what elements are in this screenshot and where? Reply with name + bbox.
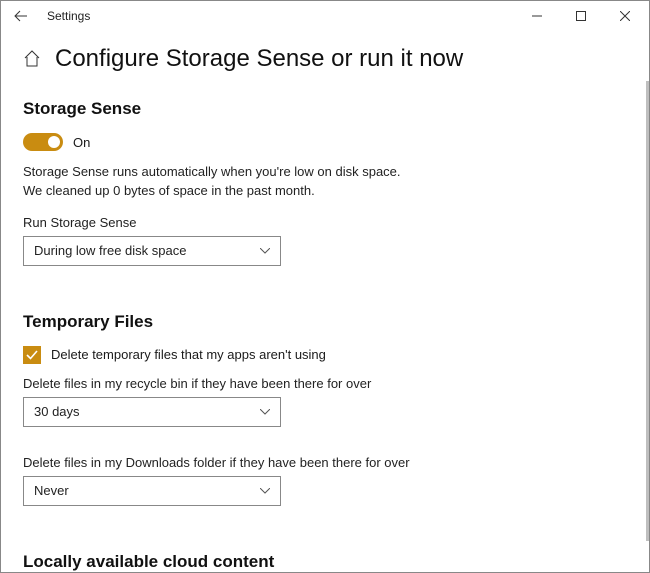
content-area: Configure Storage Sense or run it now St… [1, 31, 646, 572]
arrow-left-icon [14, 9, 28, 23]
storage-sense-toggle[interactable] [23, 133, 63, 151]
cloud-heading: Locally available cloud content [23, 552, 624, 572]
downloads-dropdown[interactable]: Never [23, 476, 281, 506]
home-icon[interactable] [23, 50, 41, 68]
close-icon [620, 11, 630, 21]
maximize-icon [576, 11, 586, 21]
chevron-down-icon [260, 248, 270, 254]
close-button[interactable] [603, 1, 647, 31]
toggle-label: On [73, 135, 90, 150]
recycle-bin-label: Delete files in my recycle bin if they h… [23, 376, 624, 391]
downloads-label: Delete files in my Downloads folder if t… [23, 455, 624, 470]
recycle-bin-dropdown[interactable]: 30 days [23, 397, 281, 427]
run-storage-sense-dropdown[interactable]: During low free disk space [23, 236, 281, 266]
dropdown-value: Never [34, 483, 69, 498]
desc-line-1: Storage Sense runs automatically when yo… [23, 163, 624, 182]
temporary-files-heading: Temporary Files [23, 312, 624, 332]
maximize-button[interactable] [559, 1, 603, 31]
minimize-icon [532, 11, 542, 21]
run-storage-sense-label: Run Storage Sense [23, 215, 624, 230]
chevron-down-icon [260, 409, 270, 415]
delete-temp-files-label: Delete temporary files that my apps aren… [51, 347, 326, 362]
desc-line-2: We cleaned up 0 bytes of space in the pa… [23, 182, 624, 201]
dropdown-value: 30 days [34, 404, 80, 419]
page-title: Configure Storage Sense or run it now [55, 45, 463, 73]
storage-sense-heading: Storage Sense [23, 99, 624, 119]
minimize-button[interactable] [515, 1, 559, 31]
back-button[interactable] [7, 2, 35, 30]
titlebar: Settings [1, 1, 649, 31]
delete-temp-files-checkbox[interactable] [23, 346, 41, 364]
window-title: Settings [47, 9, 90, 23]
dropdown-value: During low free disk space [34, 243, 186, 258]
check-icon [26, 349, 38, 361]
storage-sense-description: Storage Sense runs automatically when yo… [23, 163, 624, 201]
chevron-down-icon [260, 488, 270, 494]
scrollbar[interactable] [646, 81, 649, 541]
